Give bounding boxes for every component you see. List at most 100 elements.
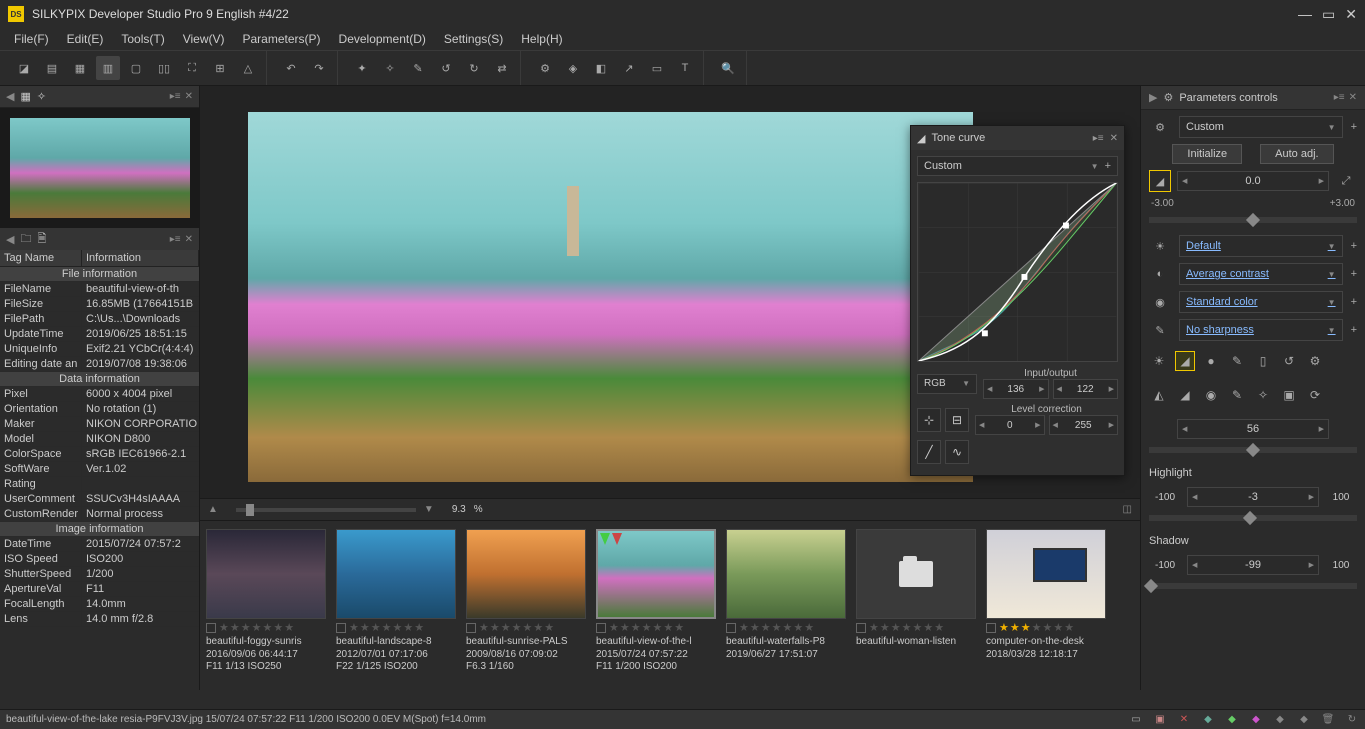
rgb-select[interactable]: RGB▼ <box>917 374 977 394</box>
collapse-icon[interactable]: ▸≡ <box>170 91 181 102</box>
curve-linear-icon[interactable]: ╱ <box>917 440 941 464</box>
level-hi[interactable]: ◀255▶ <box>1049 415 1119 435</box>
auto-adj-button[interactable]: Auto adj. <box>1260 144 1333 164</box>
tool-frame-icon[interactable]: ▯ <box>1253 351 1273 371</box>
table-icon[interactable]: ⊞ <box>208 56 232 80</box>
value-56[interactable]: ◀56▶ <box>1177 419 1329 439</box>
status-mark2-icon[interactable]: ◆ <box>1225 713 1239 727</box>
chevron-left-icon[interactable]: ◀ <box>6 90 14 103</box>
text-icon[interactable]: T <box>673 56 697 80</box>
rating-stars[interactable]: ★★★★★★★ <box>726 619 846 636</box>
exposure-value[interactable]: ◀0.0▶ <box>1177 171 1329 191</box>
tool-a-icon[interactable]: ◭ <box>1149 385 1169 405</box>
tool-d-icon[interactable]: ✎ <box>1227 385 1247 405</box>
rating-stars[interactable]: ★★★★★★★ <box>466 619 586 636</box>
warning-icon[interactable]: △ <box>236 56 260 80</box>
add-preset-icon[interactable]: + <box>1351 121 1357 133</box>
thumb-checkbox[interactable] <box>856 623 866 633</box>
thumb-checkbox[interactable] <box>596 623 606 633</box>
close-panel-icon[interactable]: ✕ <box>1110 133 1118 144</box>
exposure-slider[interactable] <box>1149 217 1357 223</box>
status-mark3-icon[interactable]: ◆ <box>1249 713 1263 727</box>
thumbnail[interactable]: ★★★★★★★beautiful-foggy-sunris2016/09/06 … <box>206 529 326 682</box>
chevron-left-icon[interactable]: ◀ <box>6 233 14 246</box>
curve-s-icon[interactable]: ∿ <box>945 440 969 464</box>
redo-icon[interactable]: ↷ <box>307 56 331 80</box>
status-refresh-icon[interactable]: ↻ <box>1345 713 1359 727</box>
tool-sphere-icon[interactable]: ● <box>1201 351 1221 371</box>
status-x-icon[interactable]: ✕ <box>1177 713 1191 727</box>
col-information[interactable]: Information <box>82 250 199 266</box>
tool-b-icon[interactable]: ◢ <box>1175 385 1195 405</box>
collapse-icon[interactable]: ▸≡ <box>170 234 181 245</box>
minimize-icon[interactable]: — <box>1298 6 1312 23</box>
color-plus-icon[interactable]: + <box>1351 296 1357 308</box>
col-tag-name[interactable]: Tag Name <box>0 250 82 266</box>
collapse-icon[interactable]: ▸≡ <box>1334 92 1345 103</box>
point-del-icon[interactable]: ⊟ <box>945 408 969 432</box>
preset-gear-icon[interactable]: ⚙ <box>1149 116 1171 138</box>
tool-curve-icon[interactable]: ◢ <box>1175 351 1195 371</box>
highlight-slider[interactable] <box>1149 515 1357 521</box>
close-icon[interactable]: ✕ <box>1345 6 1357 23</box>
maximize-icon[interactable]: ▭ <box>1322 6 1335 23</box>
menu-edit[interactable]: Edit(E) <box>59 30 112 48</box>
close-panel-icon[interactable]: ✕ <box>1349 92 1357 103</box>
sharp-plus-icon[interactable]: + <box>1351 324 1357 336</box>
export-icon[interactable]: ↗ <box>617 56 641 80</box>
wb-select[interactable]: Default▼ <box>1179 235 1343 257</box>
brush-3-icon[interactable]: ✎ <box>406 56 430 80</box>
value-56-slider[interactable] <box>1149 447 1357 453</box>
folder-icon[interactable]: 🗀 <box>20 230 31 249</box>
thumbnail[interactable]: ★★★★★★★beautiful-landscape-82012/07/01 0… <box>336 529 456 682</box>
fit-icon[interactable]: ◫ <box>1123 504 1132 515</box>
monitor-icon[interactable]: ▭ <box>645 56 669 80</box>
tone-preset-add-icon[interactable]: + <box>1105 160 1111 172</box>
fullscreen-icon[interactable]: ⛶ <box>180 56 204 80</box>
level-lo[interactable]: ◀0▶ <box>975 415 1045 435</box>
input-value[interactable]: ◀136▶ <box>983 379 1049 399</box>
menu-settings[interactable]: Settings(S) <box>436 30 511 48</box>
tool-crop-icon[interactable]: ▣ <box>1279 385 1299 405</box>
shadow-slider[interactable] <box>1149 583 1357 589</box>
rating-stars[interactable]: ★★★★★★★ <box>596 619 716 636</box>
menu-parameters[interactable]: Parameters(P) <box>235 30 329 48</box>
menu-file[interactable]: File(F) <box>6 30 57 48</box>
wb-icon[interactable]: ☀ <box>1149 235 1171 257</box>
tone-curve-graph[interactable] <box>917 182 1118 362</box>
shadow-value[interactable]: ◀-99▶ <box>1187 555 1319 575</box>
status-mark4-icon[interactable]: ◆ <box>1273 713 1287 727</box>
rating-stars[interactable]: ★★★★★★★ <box>336 619 456 636</box>
thumbnail[interactable]: ★★★★★★★beautiful-woman-listen <box>856 529 976 682</box>
tool-gear-icon[interactable]: ⚙ <box>1305 351 1325 371</box>
status-mark5-icon[interactable]: ◆ <box>1297 713 1311 727</box>
output-value[interactable]: ◀122▶ <box>1053 379 1119 399</box>
undo-icon[interactable]: ↶ <box>279 56 303 80</box>
search-icon[interactable]: 🔍 <box>716 56 740 80</box>
wb-plus-icon[interactable]: + <box>1351 240 1357 252</box>
status-mark1-icon[interactable]: ◆ <box>1201 713 1215 727</box>
rating-stars[interactable]: ★★★★★★★ <box>856 619 976 636</box>
nav-brush-icon[interactable]: ✧ <box>37 90 46 103</box>
tool-c-icon[interactable]: ◉ <box>1201 385 1221 405</box>
tone-preset-select[interactable]: Custom▼+ <box>917 156 1118 176</box>
layout-2-icon[interactable]: ▤ <box>40 56 64 80</box>
thumbnail[interactable]: ★★★★★★★beautiful-waterfalls-P82019/06/27… <box>726 529 846 682</box>
rating-stars[interactable]: ★★★★★★★ <box>206 619 326 636</box>
dual-icon[interactable]: ▯▯ <box>152 56 176 80</box>
thumb-checkbox[interactable] <box>336 623 346 633</box>
nav-thumbnail-icon[interactable]: ▦ <box>20 90 30 103</box>
zoom-out-icon[interactable]: ▲ <box>208 504 218 515</box>
brush-1-icon[interactable]: ✦ <box>350 56 374 80</box>
filmstrip-icon[interactable]: ▥ <box>96 56 120 80</box>
tool-e-icon[interactable]: ✧ <box>1253 385 1273 405</box>
exposure-reset-icon[interactable]: ⤢ <box>1335 175 1357 188</box>
thumb-checkbox[interactable] <box>206 623 216 633</box>
status-trash-icon[interactable]: 🗑 <box>1321 713 1335 727</box>
rotate-left-icon[interactable]: ↺ <box>434 56 458 80</box>
tool-reset-icon[interactable]: ↺ <box>1279 351 1299 371</box>
info-icon[interactable]: 🗎 <box>37 230 46 249</box>
color-icon[interactable]: ◉ <box>1149 291 1171 313</box>
status-copy-icon[interactable]: ▣ <box>1153 713 1167 727</box>
status-save-icon[interactable]: ▭ <box>1129 713 1143 727</box>
